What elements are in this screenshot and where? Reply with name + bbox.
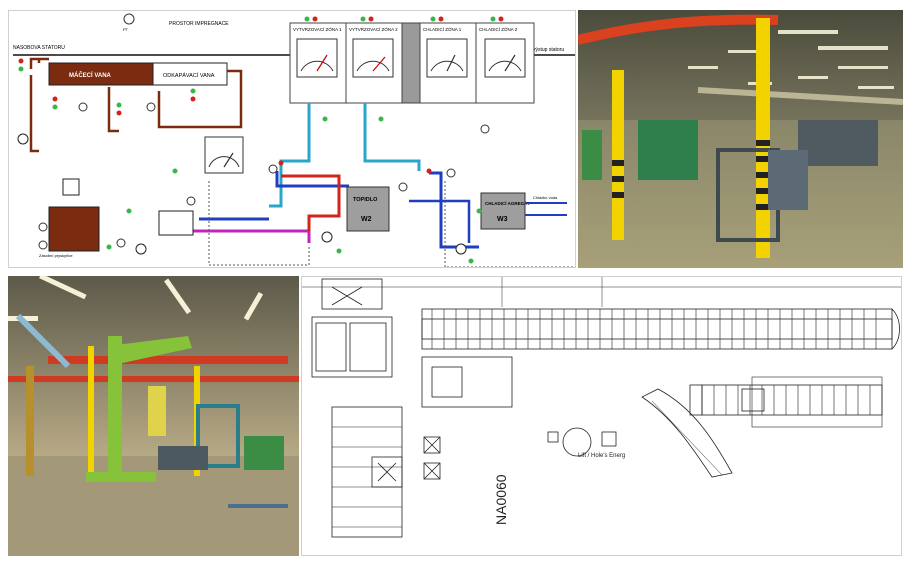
cooling-zone-2-label: CHLADICÍ ZÓNA 2: [479, 26, 518, 32]
lift-label: Lift / Hole's Energ: [578, 453, 625, 459]
cooling-unit-w3: [480, 192, 526, 230]
agitator-motor: [62, 178, 80, 196]
resin-return-pipe: [29, 75, 119, 153]
blue-return-pipe: [409, 199, 471, 243]
factory-hall-illustration: [578, 10, 903, 268]
conveyor-curve: [641, 388, 733, 478]
factory-hall-photo: [578, 10, 903, 268]
area-code-label: NA0060: [493, 474, 509, 525]
heater-code: W2: [361, 216, 372, 223]
cooling-water-pipes: [525, 202, 567, 216]
heater-w2: [346, 186, 390, 232]
floor-layout-drawing: NA0060 Lift / Hole's Energ: [302, 277, 901, 538]
conveyor-long: [421, 308, 900, 350]
cooling-unit-code: W3: [497, 216, 508, 223]
process-scheme-diagram: NASOBOVA STATORU výstup statoru PT PROST…: [13, 13, 575, 267]
stator-outlet-label: výstup statoru: [533, 47, 564, 53]
impregnation-area-label: PROSTOR IMPREGNACE: [169, 21, 229, 27]
resin-storage-tank: [48, 206, 100, 252]
cooling-water-label: Chladicí voda: [533, 195, 558, 200]
curing-zone-2-label: VYTVRZOVACÍ ZÓNA 2: [349, 26, 398, 32]
red-pipe: [281, 174, 341, 231]
heater-label: TOPIDLO: [353, 197, 378, 203]
caption-strip: [600, 555, 900, 565]
drip-tank-label: ODKAPÁVACÍ VANA: [163, 72, 215, 79]
conveyor-lower: [689, 384, 883, 416]
stator-inlet-label: NASOBOVA STATORU: [13, 45, 65, 51]
sensor-circles: [38, 102, 490, 250]
lifting-device-illustration: [8, 276, 299, 556]
round-table: [562, 427, 592, 457]
pressure-sensor-icon: [123, 13, 135, 25]
cooling-zone-1-label: CHLADICÍ ZÓNA 1: [423, 26, 462, 32]
filter-unit: [158, 210, 194, 236]
floor-layout-panel: NA0060 Lift / Hole's Energ: [301, 276, 902, 556]
cooling-unit-label: CHLADICÍ AGREGÁT: [485, 199, 530, 206]
pressure-sensor-label: PT: [123, 27, 129, 32]
rack-right: [751, 376, 883, 428]
small-station: [547, 431, 559, 443]
small-station-2: [601, 431, 617, 447]
left-machinery: [311, 278, 513, 538]
soaking-tank-label: MÁČECÍ VANA: [69, 71, 112, 79]
curing-zone-1-label: VYTVRZOVACÍ ZÓNA 1: [293, 26, 342, 32]
resin-storage-label: Zásobní pryskyřice: [39, 253, 73, 258]
lifting-device-photo: [8, 276, 299, 556]
cyan-pipe: [269, 103, 311, 208]
cyan-pipe-2: [363, 103, 421, 171]
process-scheme-panel: NASOBOVA STATORU výstup statoru PT PROST…: [8, 10, 576, 268]
zone-separator: [401, 22, 421, 104]
